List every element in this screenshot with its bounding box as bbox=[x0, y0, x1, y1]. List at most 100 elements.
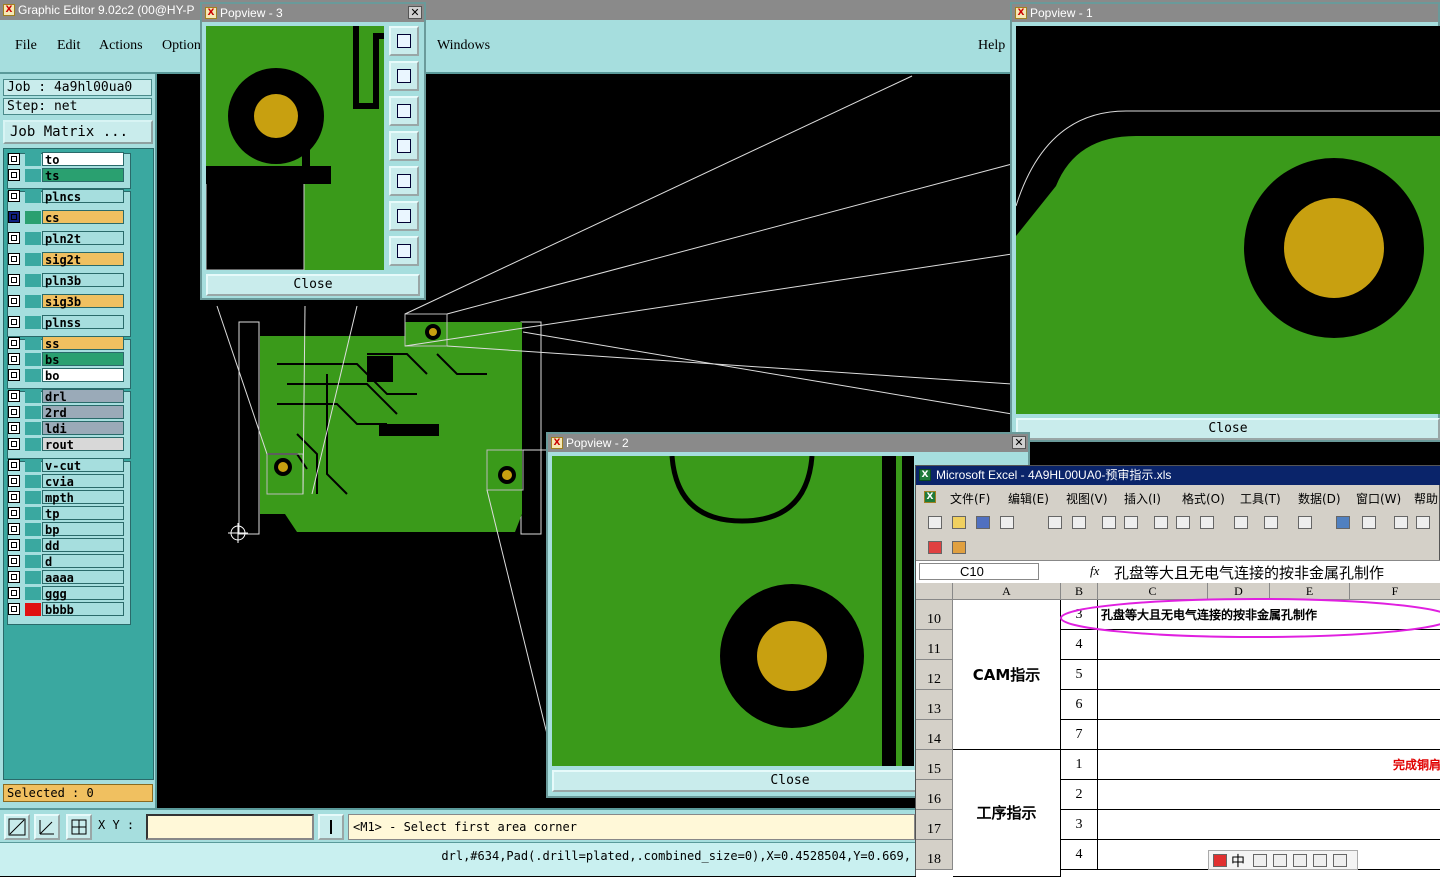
cell-b[interactable]: 1 bbox=[1061, 750, 1098, 780]
cell-b[interactable]: 6 bbox=[1061, 690, 1098, 720]
layer-checkbox[interactable] bbox=[8, 438, 20, 450]
layer-row-ldi[interactable]: ldi bbox=[5, 421, 127, 436]
excel-menu-tools[interactable]: 工具(T) bbox=[1240, 490, 1281, 507]
layer-row-ggg[interactable]: ggg bbox=[5, 586, 127, 601]
sort-ascending-icon[interactable] bbox=[1394, 516, 1408, 529]
excel-window[interactable]: X Microsoft Excel - 4A9HL00UA0-预审指示.xls X… bbox=[915, 465, 1440, 877]
layer-row-sig2t[interactable]: sig2t bbox=[5, 252, 127, 267]
undo-icon[interactable] bbox=[1264, 516, 1278, 529]
layer-name[interactable]: to bbox=[42, 152, 124, 167]
row-header[interactable]: 18 bbox=[916, 840, 953, 870]
cell-c[interactable] bbox=[1098, 810, 1440, 840]
cell-c[interactable] bbox=[1098, 780, 1440, 810]
layer-row-2rd[interactable]: 2rd bbox=[5, 405, 127, 420]
layer-checkbox[interactable] bbox=[8, 153, 20, 165]
row-header[interactable]: 10 bbox=[916, 600, 953, 630]
layer-row-bp[interactable]: bp bbox=[5, 522, 127, 537]
row-header[interactable]: 14 bbox=[916, 720, 953, 750]
group-process-instructions[interactable]: 工序指示 bbox=[953, 750, 1061, 877]
keyboard-icon[interactable] bbox=[1293, 854, 1307, 867]
job-matrix-button[interactable]: Job Matrix ... bbox=[3, 120, 153, 144]
menu-file[interactable]: File bbox=[15, 38, 37, 54]
popview-2-view[interactable] bbox=[552, 456, 914, 766]
group-cam-instructions[interactable]: CAM指示 bbox=[953, 600, 1061, 750]
col-header-a[interactable]: A bbox=[953, 583, 1061, 600]
popview-pan-right-button[interactable] bbox=[389, 166, 419, 196]
layer-checkbox[interactable] bbox=[8, 316, 20, 328]
popview-3-close-button[interactable]: Close bbox=[206, 274, 420, 296]
layer-checkbox[interactable] bbox=[8, 369, 20, 381]
layer-name[interactable]: 2rd bbox=[42, 405, 124, 420]
layer-name[interactable]: dd bbox=[42, 538, 124, 553]
layer-checkbox[interactable] bbox=[8, 523, 20, 535]
format-painter-icon[interactable] bbox=[1234, 516, 1248, 529]
layer-name[interactable]: plncs bbox=[42, 189, 124, 204]
layer-name[interactable]: cs bbox=[42, 210, 124, 225]
layer-name[interactable]: ss bbox=[42, 336, 124, 351]
layer-checkbox[interactable] bbox=[8, 603, 20, 615]
menu-help[interactable]: Help bbox=[978, 38, 1005, 54]
info-button[interactable] bbox=[318, 814, 344, 840]
layer-row-mpth[interactable]: mpth bbox=[5, 490, 127, 505]
open-icon[interactable] bbox=[952, 516, 966, 529]
row-header[interactable]: 13 bbox=[916, 690, 953, 720]
popview-3-view[interactable] bbox=[206, 26, 384, 270]
cell-b[interactable]: 7 bbox=[1061, 720, 1098, 750]
layer-name[interactable]: aaaa bbox=[42, 570, 124, 585]
layer-checkbox[interactable] bbox=[8, 571, 20, 583]
popview-3[interactable]: X Popview - 3 ✕ Close bbox=[200, 2, 426, 300]
layer-checkbox[interactable] bbox=[8, 253, 20, 265]
row-header[interactable]: 17 bbox=[916, 810, 953, 840]
excel-titlebar[interactable]: X Microsoft Excel - 4A9HL00UA0-预审指示.xls bbox=[916, 466, 1440, 485]
cell-c[interactable] bbox=[1098, 660, 1440, 690]
menu-edit[interactable]: Edit bbox=[57, 38, 80, 54]
layer-checkbox[interactable] bbox=[8, 507, 20, 519]
settings-icon[interactable] bbox=[1333, 854, 1347, 867]
layer-checkbox[interactable] bbox=[8, 422, 20, 434]
layer-name[interactable]: ggg bbox=[42, 586, 124, 601]
print-preview-icon[interactable] bbox=[1072, 516, 1086, 529]
research-icon[interactable] bbox=[1124, 516, 1138, 529]
layer-row-sig3b[interactable]: sig3b bbox=[5, 294, 127, 309]
autosum-icon[interactable] bbox=[1362, 516, 1376, 529]
layer-row-d[interactable]: d bbox=[5, 554, 127, 569]
cell-b[interactable]: 5 bbox=[1061, 660, 1098, 690]
menu-windows[interactable]: Windows bbox=[437, 38, 490, 54]
layer-name[interactable]: bp bbox=[42, 522, 124, 537]
layer-row-plncs[interactable]: plncs bbox=[5, 189, 127, 204]
cell-c[interactable]: 完成铜肩 bbox=[1098, 750, 1440, 780]
layer-name[interactable]: cvia bbox=[42, 474, 124, 489]
copy-icon[interactable] bbox=[1176, 516, 1190, 529]
layer-row-tp[interactable]: tp bbox=[5, 506, 127, 521]
layer-checkbox[interactable] bbox=[8, 539, 20, 551]
punctuation-icon[interactable] bbox=[1273, 854, 1287, 867]
layer-name[interactable]: tp bbox=[42, 506, 124, 521]
cell-c[interactable] bbox=[1098, 720, 1440, 750]
row-header[interactable]: 12 bbox=[916, 660, 953, 690]
layer-row-dd[interactable]: dd bbox=[5, 538, 127, 553]
popview-2-titlebar[interactable]: X Popview - 2 bbox=[548, 434, 1028, 452]
layer-row-bbbb[interactable]: bbbb bbox=[5, 602, 127, 617]
layer-name[interactable]: plnss bbox=[42, 315, 124, 330]
layer-name[interactable]: pln3b bbox=[42, 273, 124, 288]
hyperlink-icon[interactable] bbox=[1336, 516, 1350, 529]
layer-name[interactable]: rout bbox=[42, 437, 124, 452]
layer-checkbox[interactable] bbox=[8, 555, 20, 567]
cut-icon[interactable] bbox=[1154, 516, 1168, 529]
layer-row-pln3b[interactable]: pln3b bbox=[5, 273, 127, 288]
layer-checkbox[interactable] bbox=[8, 491, 20, 503]
layer-row-bo[interactable]: bo bbox=[5, 368, 127, 383]
popview-pan-down-button[interactable] bbox=[389, 96, 419, 126]
layer-name[interactable]: ts bbox=[42, 168, 124, 183]
layer-row-bs[interactable]: bs bbox=[5, 352, 127, 367]
layer-checkbox[interactable] bbox=[8, 353, 20, 365]
popview-1-close-button[interactable]: Close bbox=[1016, 418, 1440, 440]
cell-b[interactable]: 4 bbox=[1061, 840, 1098, 870]
name-box[interactable]: C10 bbox=[919, 563, 1039, 580]
spreadsheet-grid[interactable]: A B C D E F 10 3 孔盘等大且无电气连接的按非金属孔制作 11 4 12 5 1… bbox=[916, 583, 1440, 877]
layer-checkbox[interactable] bbox=[8, 390, 20, 402]
layer-checkbox[interactable] bbox=[8, 211, 20, 223]
popview-zoom-in-button[interactable] bbox=[389, 201, 419, 231]
layer-row-aaaa[interactable]: aaaa bbox=[5, 570, 127, 585]
cell-b[interactable]: 3 bbox=[1061, 810, 1098, 840]
